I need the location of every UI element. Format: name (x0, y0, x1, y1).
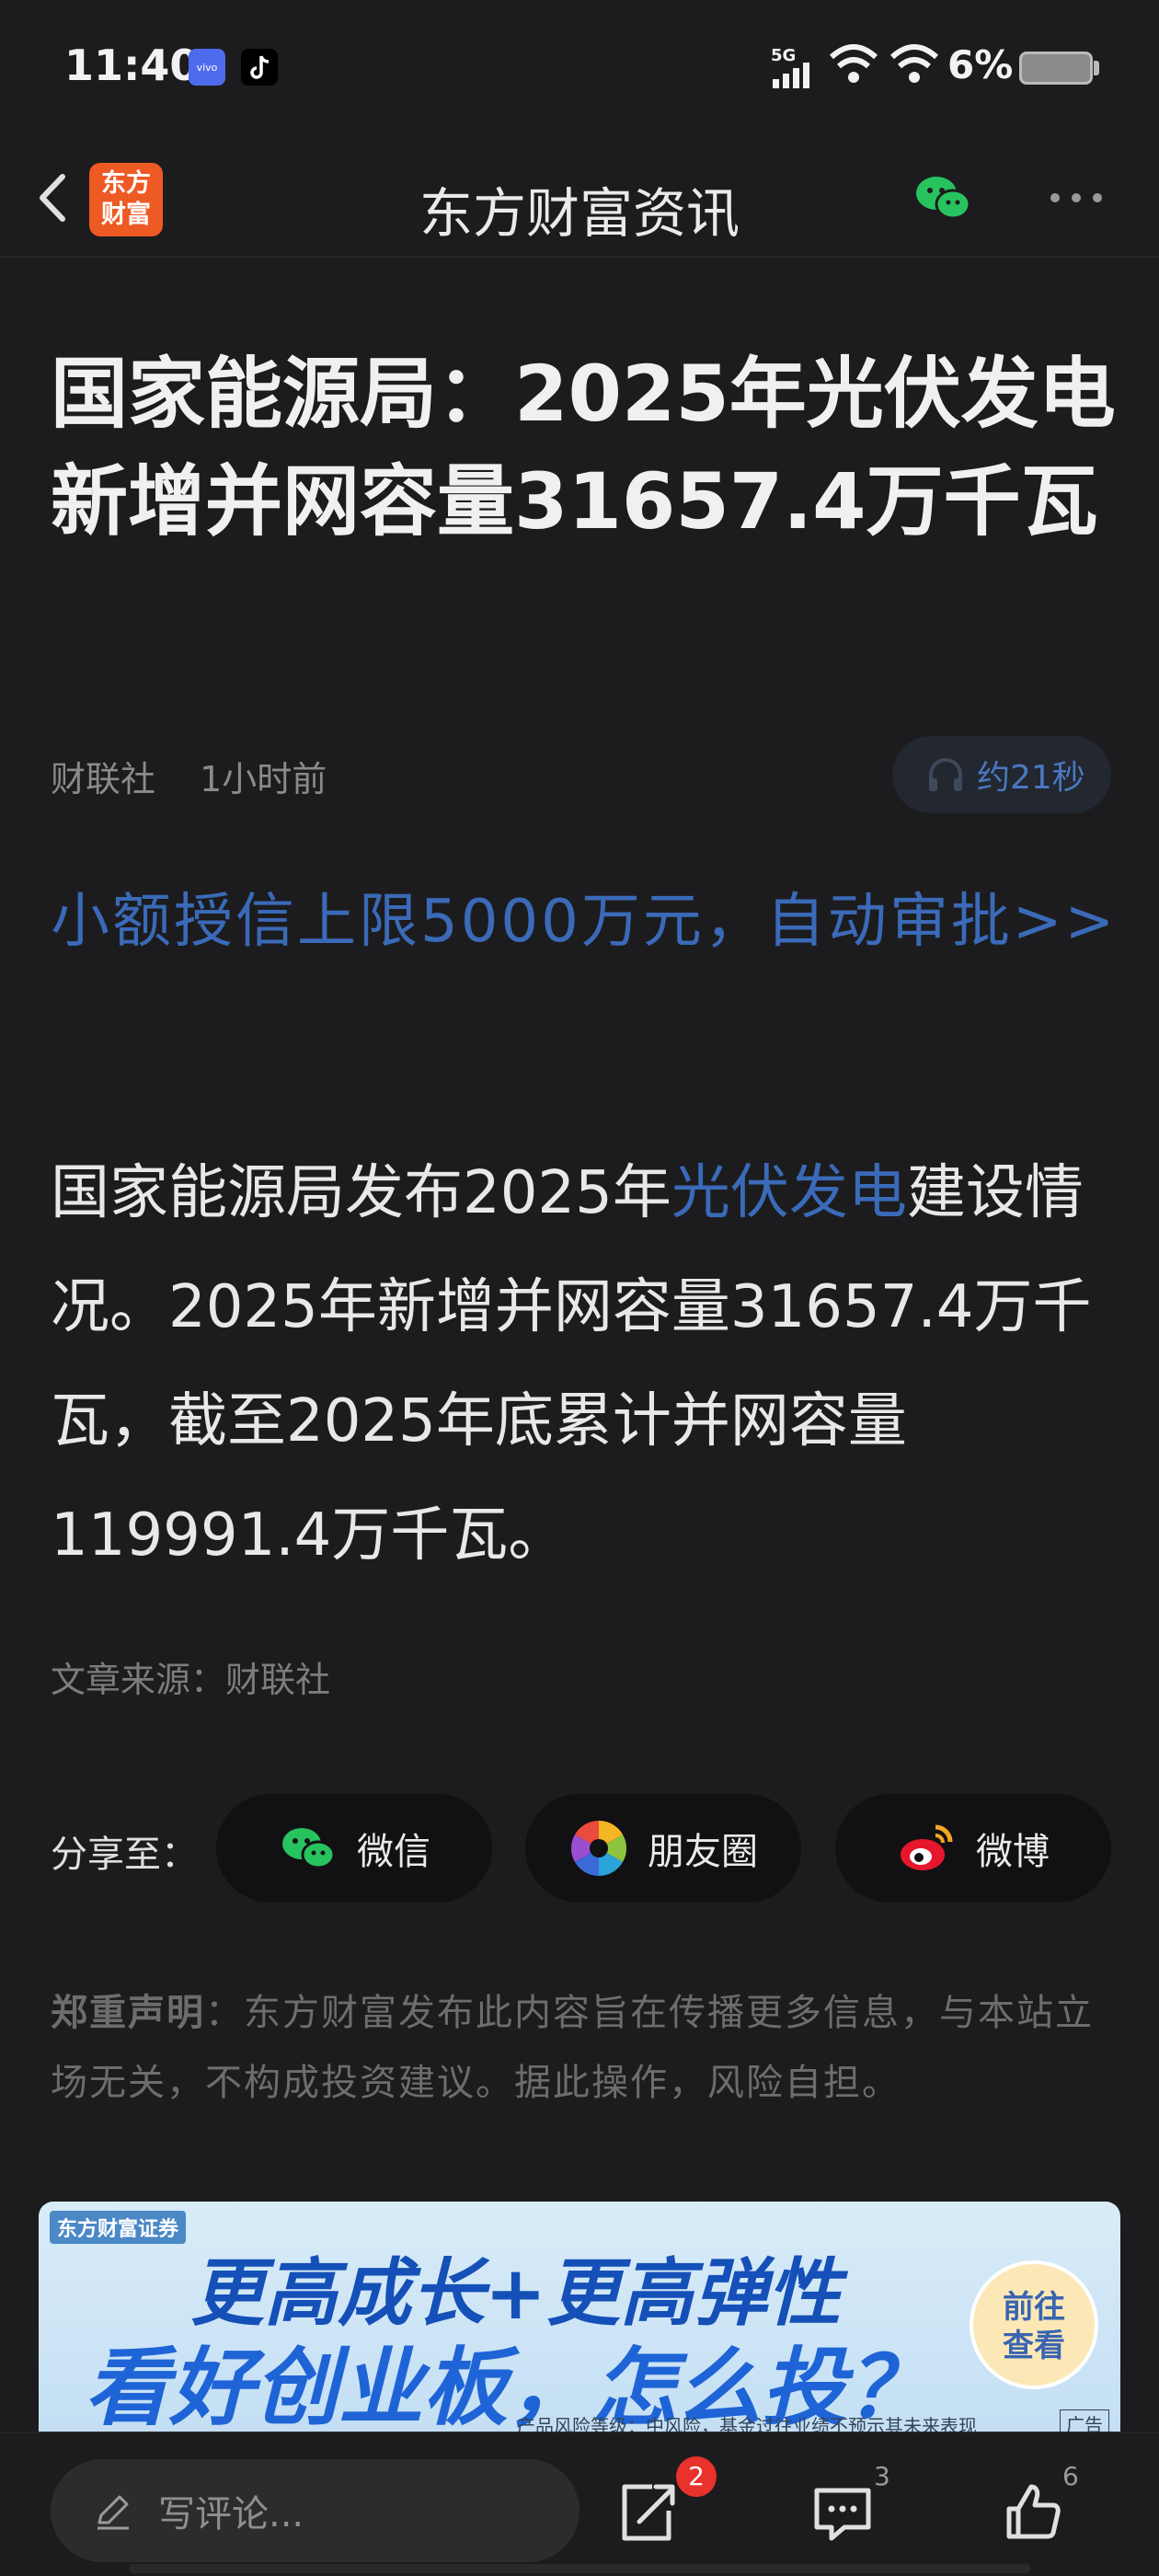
share-wechat-button[interactable]: 微信 (216, 1794, 492, 1903)
signal-bars-icon (773, 63, 809, 88)
banner-ad[interactable]: 东方财富证券 更高成长+更高弹性 看好创业板，怎么投？ 前往 查看 产品风险等级… (39, 2202, 1120, 2432)
disclaimer: 郑重声明：东方财富发布此内容旨在传播更多信息，与本站立场无关，不构成投资建议。据… (51, 1978, 1118, 2118)
battery-icon (1019, 52, 1093, 85)
wifi-icon (829, 44, 878, 83)
share-moments-button[interactable]: 朋友圈 (525, 1794, 801, 1903)
app-logo-line2: 财富 (101, 201, 151, 229)
ad-tag: 广告 (1060, 2409, 1109, 2432)
battery-nub (1094, 61, 1099, 75)
promo-link[interactable]: 小额授信上限5000万元，自动审批>> (51, 865, 1118, 980)
article-source-line: 文章来源：财联社 (51, 1660, 331, 1700)
pencil-icon (98, 2495, 129, 2530)
article-source: 财联社 (51, 759, 156, 799)
status-time: 11:40 (64, 40, 200, 90)
like-count: 6 (1062, 2461, 1079, 2491)
article-meta: 财联社 1小时前 (51, 751, 360, 801)
disclaimer-title: 郑重声明 (51, 1992, 205, 2034)
app-logo-line1: 东方 (101, 169, 151, 198)
wifi-icon-2 (889, 44, 939, 83)
wechat-share-icon[interactable] (911, 166, 975, 230)
tiktok-app-icon (241, 49, 278, 86)
weibo-icon (901, 1824, 953, 1870)
share-wechat-label: 微信 (357, 1831, 430, 1873)
comment-count: 3 (874, 2461, 890, 2491)
share-count-badge: 2 (676, 2456, 717, 2497)
moments-aperture-icon (570, 1821, 627, 1876)
body-keyword-link[interactable]: 光伏发电 (671, 1159, 907, 1227)
comment-input[interactable]: 写评论... (51, 2459, 580, 2562)
app-logo[interactable]: 东方 财富 (89, 163, 163, 236)
like-thumbs-up-icon[interactable] (998, 2478, 1068, 2547)
banner-cta-button[interactable]: 前往 查看 (970, 2260, 1098, 2389)
disclaimer-text: ：东方财富发布此内容旨在传播更多信息，与本站立场无关，不构成投资建议。据此操作，… (51, 1992, 1094, 2104)
body-text-before: 国家能源局发布2025年 (51, 1159, 671, 1227)
share-moments-label: 朋友圈 (648, 1831, 758, 1873)
more-options-icon[interactable] (1044, 179, 1108, 216)
battery-percent: 6% (947, 42, 1014, 87)
wechat-icon (282, 1828, 336, 1869)
headphones-icon (929, 758, 962, 791)
article-title: 国家能源局：2025年光伏发电新增并网容量31657.4万千瓦 (51, 349, 1116, 546)
share-icon[interactable] (612, 2478, 682, 2547)
audio-play-button[interactable]: 约21秒 (892, 736, 1111, 813)
comment-placeholder: 写评论... (158, 2493, 304, 2536)
home-indicator (129, 2564, 1030, 2573)
page-title: 东方财富资讯 (419, 182, 740, 245)
vivo-app-icon: vivo (189, 49, 225, 86)
banner-cta-line2: 查看 (1003, 2328, 1065, 2364)
banner-brand-logo: 东方财富证券 (50, 2211, 187, 2244)
banner-cta-line1: 前往 (1003, 2289, 1065, 2326)
article-body: 国家能源局发布2025年光伏发电建设情况。2025年新增并网容量31657.4万… (51, 1136, 1118, 1593)
share-weibo-label: 微博 (976, 1831, 1050, 1873)
bottom-action-bar: 写评论... 2 3 6 (0, 2432, 1159, 2576)
share-label: 分享至： (51, 1834, 198, 1876)
share-weibo-button[interactable]: 微博 (835, 1794, 1111, 1903)
status-bar: 11:40 vivo 5G 6% (0, 0, 1159, 138)
audio-duration: 约21秒 (977, 759, 1085, 797)
back-arrow-icon[interactable] (26, 156, 81, 239)
banner-risk-notice: 产品风险等级：中风险，基金过往业绩不预示其未来表现 (517, 2415, 977, 2432)
article-time: 1小时前 (200, 759, 327, 799)
comment-icon[interactable] (808, 2478, 878, 2547)
nav-bar: 东方 财富 东方财富资讯 (0, 138, 1159, 258)
